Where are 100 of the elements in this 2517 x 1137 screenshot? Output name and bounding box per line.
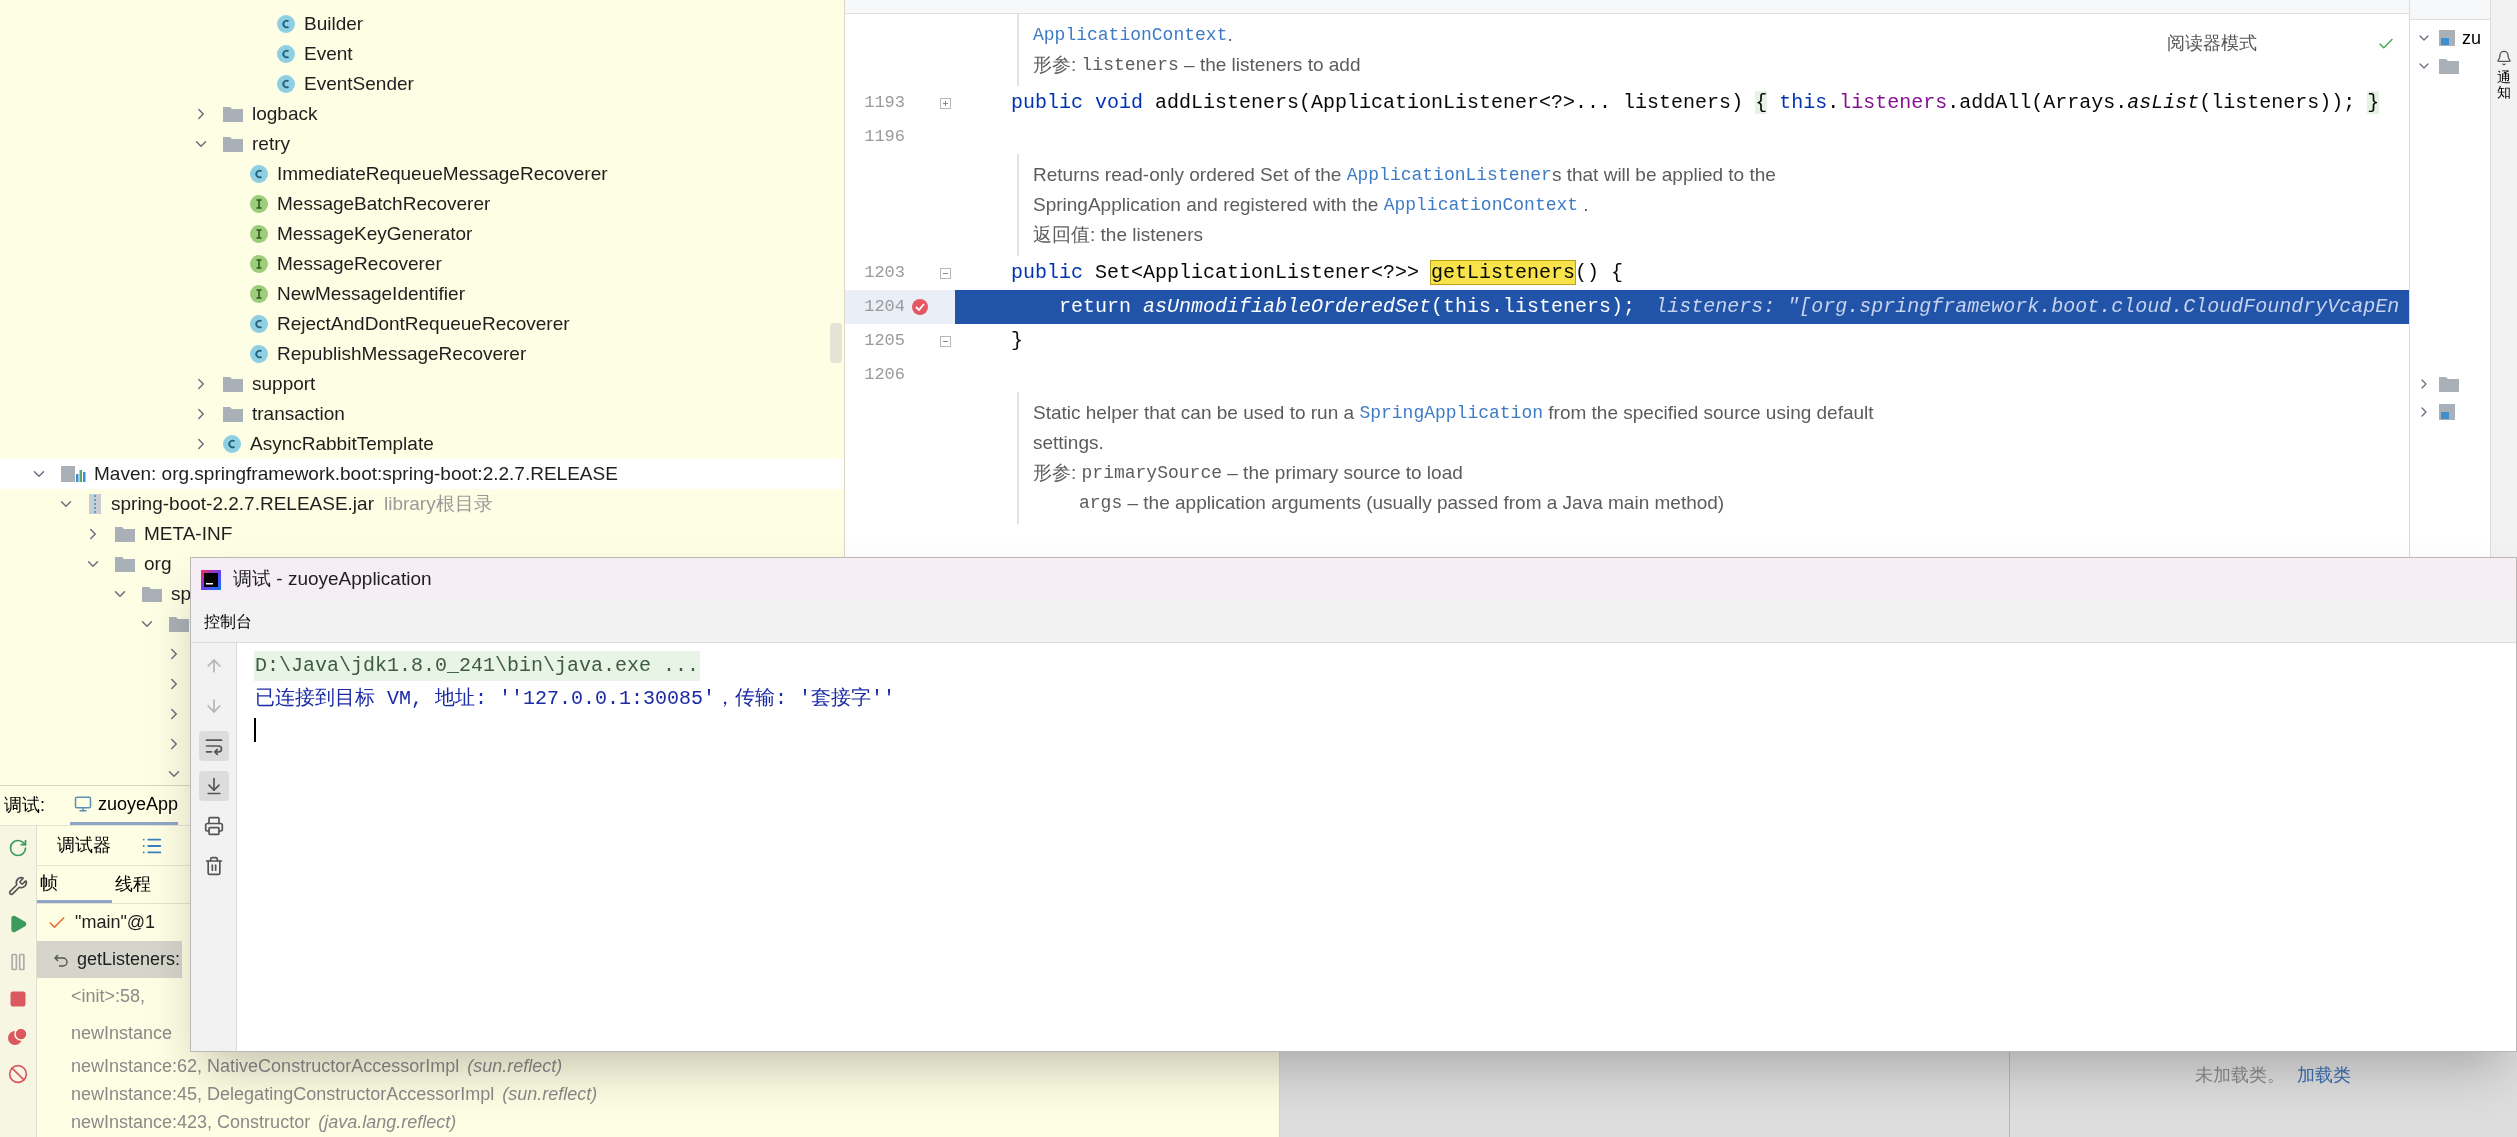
breakpoints-icon[interactable]	[7, 1026, 29, 1046]
mute-breakpoints-icon[interactable]	[8, 1064, 28, 1084]
code-line: return asUnmodifiableOrderedSet(this.listeners); listeners: "[org.springframework.boot.cloud.CloudFoundryVcapEn	[1058, 294, 2400, 320]
rerun-icon[interactable]	[8, 838, 28, 858]
line-number: 1196	[863, 126, 905, 149]
doc-comment-text: ApplicationContext.	[1033, 22, 1233, 47]
text-cursor	[254, 718, 256, 742]
tree-item-label[interactable]: MessageRecoverer	[277, 249, 442, 279]
folder-icon	[2438, 375, 2460, 393]
console-tab[interactable]: 控制台	[204, 609, 252, 634]
interface-icon	[249, 194, 269, 214]
tree-row[interactable]: Maven: org.springframework.boot:spring-boot:2.2.7.RELEASE	[0, 459, 844, 489]
fold-marker-icon[interactable]	[939, 267, 951, 279]
tree-item-label[interactable]: sp	[171, 579, 192, 609]
panel-title: 调试:	[3, 794, 46, 817]
tree-item-label[interactable]: AsyncRabbitTemplate	[250, 429, 434, 459]
wrench-icon[interactable]	[8, 876, 28, 896]
frame-row[interactable]: newInstance	[37, 1015, 175, 1052]
library-icon	[60, 464, 86, 484]
tree-item-label[interactable]: ImmediateRequeueMessageRecoverer	[277, 159, 608, 189]
bell-icon[interactable]	[2496, 50, 2512, 66]
class-icon	[276, 74, 296, 94]
resume-icon[interactable]	[8, 914, 28, 934]
class-icon	[249, 314, 269, 334]
tree-item-label[interactable]: retry	[252, 129, 290, 159]
app-logo-icon	[201, 569, 221, 590]
load-classes-link[interactable]: 加载类	[2297, 1062, 2351, 1089]
interface-icon	[249, 254, 269, 274]
tree-item-label[interactable]: spring-boot-2.2.7.RELEASE.jar	[111, 489, 374, 519]
line-number: 1204	[863, 296, 905, 319]
tree-item-label[interactable]: EventSender	[304, 69, 414, 99]
class-icon	[222, 434, 242, 454]
soft-wrap-icon[interactable]	[203, 736, 224, 756]
folder-icon	[222, 375, 244, 393]
doc-comment-text: 形参: primarySource – the primary source to load	[1033, 460, 1463, 485]
fold-plus-icon[interactable]	[939, 97, 951, 109]
tree-item-label[interactable]: META-INF	[144, 519, 233, 549]
line-number: 1205	[863, 330, 905, 353]
doc-comment-text: SpringApplication and registered with the ApplicationContext .	[1033, 192, 1589, 217]
line-number: 1203	[863, 262, 905, 285]
doc-comment-text: settings.	[1033, 430, 1104, 455]
line-number: 1206	[863, 364, 905, 387]
trash-icon[interactable]	[203, 856, 224, 876]
tree-item-label[interactable]: support	[252, 369, 316, 399]
run-tab[interactable]: zuoyeApp	[70, 786, 179, 825]
doc-comment-text: 形参: listeners – the listeners to add	[1033, 52, 1361, 77]
doc-comment-text: args – the application arguments (usually passed from a Java main method)	[1078, 490, 1725, 515]
stop-icon[interactable]	[9, 990, 27, 1008]
folder-icon	[2438, 57, 2460, 75]
window-title: 调试 - zuoyeApplication	[233, 567, 432, 592]
code-line: }	[1010, 328, 1023, 354]
folder-icon	[141, 585, 163, 603]
tree-item-label[interactable]: org	[144, 549, 172, 579]
class-icon	[249, 164, 269, 184]
frames-tab[interactable]: 线程	[112, 866, 187, 903]
tree-item-label[interactable]: logback	[252, 99, 318, 129]
classes-hint: 未加载类。	[2195, 1064, 2285, 1087]
frame-row[interactable]: getListeners:	[37, 941, 183, 978]
folder-icon	[222, 105, 244, 123]
thread-row[interactable]: "main"@1	[37, 904, 158, 941]
tree-item-label[interactable]: transaction	[252, 399, 345, 429]
notifications-tab[interactable]: 通知	[2497, 70, 2511, 101]
tree-item-note: library根目录	[383, 491, 493, 516]
doc-comment-text: Static helper that can be used to run a SpringApplication from the specified source using default	[1033, 400, 1874, 425]
debugger-tab[interactable]: 调试器	[57, 832, 111, 859]
console-message: 已连接到目标 VM, 地址: ''127.0.0.1:30085'，传输: '套接字''	[254, 685, 897, 712]
class-icon	[276, 14, 296, 34]
tree-item-label[interactable]: RepublishMessageRecoverer	[277, 339, 527, 369]
interface-icon	[249, 224, 269, 244]
fold-marker-icon[interactable]	[939, 335, 951, 347]
tree-item-label[interactable]: MessageKeyGenerator	[277, 219, 473, 249]
module-icon	[2438, 29, 2456, 47]
tree-item-label[interactable]: MessageBatchRecoverer	[277, 189, 491, 219]
code-line: public Set<ApplicationListener<?>> getListeners() {	[1010, 260, 1624, 286]
doc-comment-text: 返回值: the listeners	[1033, 222, 1203, 247]
scrollbar-thumb[interactable]	[830, 323, 842, 363]
tree-item-label[interactable]: NewMessageIdentifier	[277, 279, 465, 309]
folder-icon	[168, 615, 190, 633]
tree-item-label[interactable]: Builder	[304, 9, 364, 39]
app-icon	[74, 795, 92, 813]
interface-icon	[249, 284, 269, 304]
module-icon	[2438, 403, 2456, 421]
console-command: D:\Java\jdk1.8.0_241\bin\java.exe ...	[254, 650, 701, 681]
frames-tab[interactable]: 帧	[37, 866, 112, 903]
frame-row[interactable]: newInstance:45, DelegatingConstructorAccessorImpl (sun.reflect)	[37, 1080, 600, 1108]
jar-icon	[87, 493, 103, 515]
class-icon	[276, 44, 296, 64]
print-icon[interactable]	[203, 816, 224, 836]
class-icon	[249, 344, 269, 364]
folder-icon	[114, 555, 136, 573]
tree-item-label[interactable]: Maven: org.springframework.boot:spring-boot:2.2.7.RELEASE	[94, 459, 618, 489]
reader-mode-link[interactable]: 阅读器模式	[2167, 30, 2257, 57]
doc-comment-text: Returns read-only ordered Set of the ApplicationListeners that will be applied to the	[1033, 162, 1776, 187]
breakpoint-icon[interactable]	[911, 298, 929, 316]
tree-item-label[interactable]: zu	[2462, 24, 2481, 52]
frame-row[interactable]: newInstance:423, Constructor (java.lang.reflect)	[37, 1108, 459, 1136]
frame-row[interactable]: newInstance:62, NativeConstructorAccessorImpl (sun.reflect)	[37, 1052, 565, 1080]
code-line: public void addListeners(ApplicationListener<?>... listeners) { this.listeners.addAll(Arrays.asList(listeners)); }	[1010, 90, 2380, 116]
tree-item-label[interactable]: Event	[304, 39, 353, 69]
tree-item-label[interactable]: RejectAndDontRequeueRecoverer	[277, 309, 570, 339]
